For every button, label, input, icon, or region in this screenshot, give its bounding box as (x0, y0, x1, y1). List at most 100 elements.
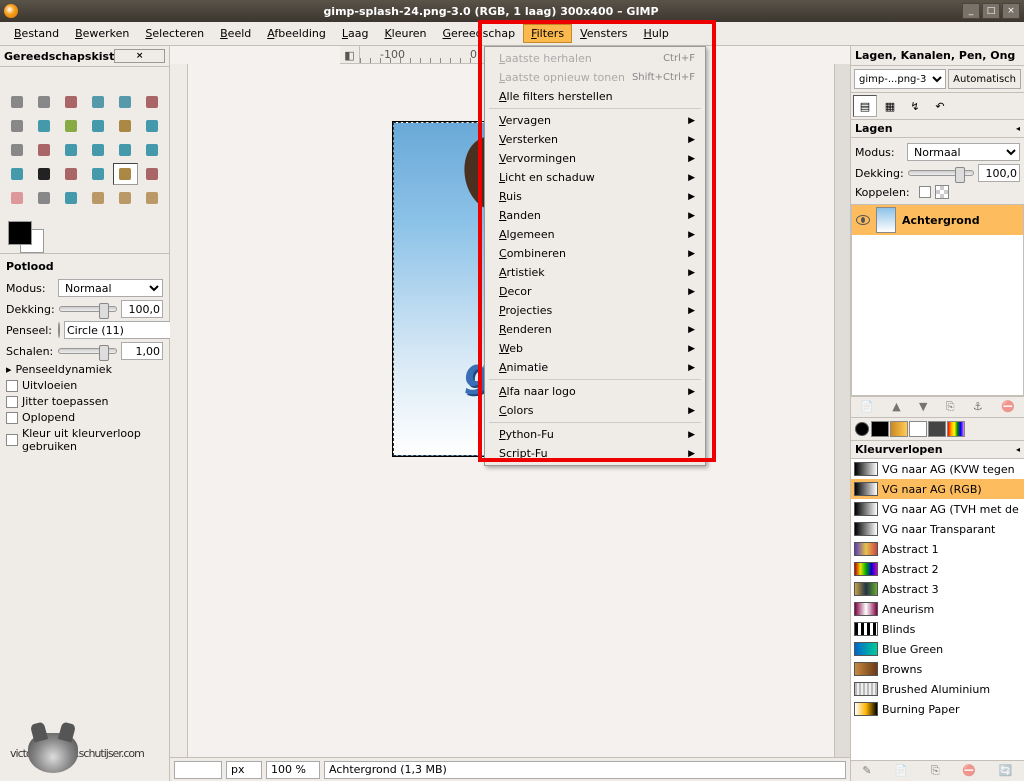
tool-color-picker[interactable] (58, 115, 83, 137)
gradient-row[interactable]: VG naar AG (RGB) (851, 479, 1024, 499)
menu-vensters[interactable]: Vensters (572, 24, 635, 43)
menu-laag[interactable]: Laag (334, 24, 377, 43)
gradient-row[interactable]: Abstract 1 (851, 539, 1024, 559)
tool-pencil[interactable] (113, 163, 138, 185)
opacity-slider[interactable] (59, 306, 117, 312)
raise-layer-icon[interactable]: ▲ (892, 400, 900, 414)
swatch-2[interactable] (909, 421, 927, 437)
brush-preview-icon[interactable] (58, 322, 60, 338)
scale-value[interactable]: 1,00 (121, 342, 163, 360)
gradient-row[interactable]: Burning Paper (851, 699, 1024, 719)
tool-by-color-select[interactable] (113, 91, 138, 113)
tool-zoom[interactable] (85, 115, 110, 137)
layer-row[interactable]: Achtergrond (852, 205, 1023, 235)
filters-algemeen[interactable]: Algemeen▶ (485, 225, 705, 244)
scale-slider[interactable] (58, 348, 117, 354)
filters-ruis[interactable]: Ruis▶ (485, 187, 705, 206)
layer-name[interactable]: Achtergrond (902, 214, 980, 227)
tool-foreground-select[interactable] (4, 115, 29, 137)
close-button[interactable]: × (1002, 3, 1020, 19)
tool-clone[interactable] (85, 187, 110, 209)
option-kleur-uit-kleurverloop-gebruiken-checkbox[interactable] (6, 434, 18, 446)
option-uitvloeien-checkbox[interactable] (6, 380, 18, 392)
image-selector[interactable]: gimp-...png-3 (854, 69, 946, 89)
menu-bestand[interactable]: Bestand (6, 24, 67, 43)
tab-channels-icon[interactable]: ▦ (878, 95, 902, 117)
filters-renderen[interactable]: Renderen▶ (485, 320, 705, 339)
tool-crop[interactable] (31, 139, 56, 161)
duplicate-gradient-icon[interactable]: ⎘ (931, 764, 940, 778)
menu-gereedschap[interactable]: Gereedschap (435, 24, 524, 43)
auto-button[interactable]: Automatisch (948, 69, 1021, 89)
tab-paths-icon[interactable]: ↯ (903, 95, 927, 117)
tool-airbrush[interactable] (31, 187, 56, 209)
gradients-menu-arrow-icon[interactable]: ◂ (1016, 445, 1020, 454)
tool-rotate[interactable] (58, 139, 83, 161)
ruler-origin-box[interactable]: ◧ (340, 46, 360, 64)
tool-move[interactable] (140, 115, 165, 137)
swatch-1[interactable] (890, 421, 908, 437)
tool-shear[interactable] (113, 139, 138, 161)
layer-list[interactable]: Achtergrond (851, 204, 1024, 396)
tool-rect-select[interactable] (4, 91, 29, 113)
foreground-color[interactable] (8, 221, 32, 245)
swatch-0[interactable] (871, 421, 889, 437)
tool-ink[interactable] (58, 187, 83, 209)
swatch-4[interactable] (947, 421, 965, 437)
delete-layer-icon[interactable]: ⛔ (1001, 400, 1015, 414)
gradient-list[interactable]: VG naar AG (KVW tegenVG naar AG (RGB)VG … (851, 459, 1024, 760)
filters-projecties[interactable]: Projecties▶ (485, 301, 705, 320)
maximize-button[interactable]: □ (982, 3, 1000, 19)
filters-web[interactable]: Web▶ (485, 339, 705, 358)
option-jitter-toepassen-checkbox[interactable] (6, 396, 18, 408)
filters-decor[interactable]: Decor▶ (485, 282, 705, 301)
layers-menu-arrow-icon[interactable]: ◂ (1016, 124, 1020, 133)
refresh-gradient-icon[interactable]: 🔄 (999, 764, 1013, 778)
menu-afbeelding[interactable]: Afbeelding (259, 24, 334, 43)
filters-versterken[interactable]: Versterken▶ (485, 130, 705, 149)
duplicate-layer-icon[interactable]: ⎘ (946, 400, 955, 414)
gradient-row[interactable]: VG naar AG (TVH met de (851, 499, 1024, 519)
filters-alfa-naar-logo[interactable]: Alfa naar logo▶ (485, 382, 705, 401)
swatch-3[interactable] (928, 421, 946, 437)
brush-dynamics-expander[interactable]: Penseeldynamiek (6, 363, 163, 376)
tool-perspective[interactable] (140, 139, 165, 161)
tool-measure[interactable] (113, 115, 138, 137)
filters-python-fu[interactable]: Python-Fu▶ (485, 425, 705, 444)
toolbox-close-button[interactable]: × (114, 49, 165, 63)
filters-artistiek[interactable]: Artistiek▶ (485, 263, 705, 282)
tool-paths[interactable] (31, 115, 56, 137)
filters-vervagen[interactable]: Vervagen▶ (485, 111, 705, 130)
new-gradient-icon[interactable]: 📄 (894, 764, 908, 778)
zoom-selector[interactable]: 100 % (266, 761, 320, 779)
gradient-row[interactable]: Aneurism (851, 599, 1024, 619)
filters-combineren[interactable]: Combineren▶ (485, 244, 705, 263)
tool-perspective-clone[interactable] (140, 187, 165, 209)
menu-kleuren[interactable]: Kleuren (376, 24, 434, 43)
gradient-row[interactable]: Abstract 2 (851, 559, 1024, 579)
tab-undo-icon[interactable]: ↶ (928, 95, 952, 117)
tool-eraser[interactable] (4, 187, 29, 209)
tool-align[interactable] (4, 139, 29, 161)
gradient-row[interactable]: Browns (851, 659, 1024, 679)
filters-licht-en-schaduw[interactable]: Licht en schaduw▶ (485, 168, 705, 187)
tool-ellipse-select[interactable] (31, 91, 56, 113)
mode-select[interactable]: Normaal (58, 279, 163, 297)
tool-paintbrush[interactable] (140, 163, 165, 185)
filters-colors[interactable]: Colors▶ (485, 401, 705, 420)
opacity-value[interactable]: 100,0 (121, 300, 163, 318)
filters-alle-filters-herstellen[interactable]: Alle filters herstellen (485, 87, 705, 106)
vertical-scrollbar[interactable] (834, 64, 850, 757)
menu-beeld[interactable]: Beeld (212, 24, 259, 43)
menu-bewerken[interactable]: Bewerken (67, 24, 137, 43)
lock-alpha-checkbox[interactable] (919, 186, 931, 198)
layer-mode-select[interactable]: Normaal (907, 143, 1020, 161)
menu-selecteren[interactable]: Selecteren (137, 24, 212, 43)
tool-bucket-fill[interactable] (58, 163, 83, 185)
gradient-row[interactable]: VG naar AG (KVW tegen (851, 459, 1024, 479)
option-oplopend-checkbox[interactable] (6, 412, 18, 424)
gradient-row[interactable]: VG naar Transparant (851, 519, 1024, 539)
tool-scale[interactable] (85, 139, 110, 161)
lower-layer-icon[interactable]: ▼ (919, 400, 927, 414)
tab-layers-icon[interactable]: ▤ (853, 95, 877, 117)
